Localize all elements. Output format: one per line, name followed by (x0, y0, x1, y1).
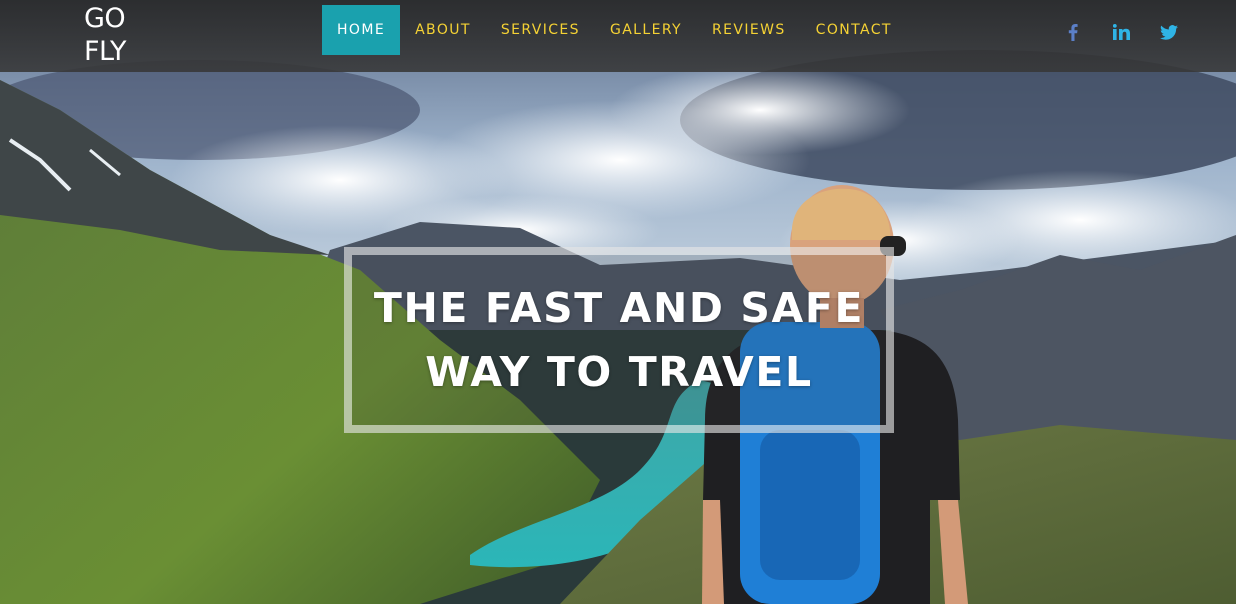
facebook-icon[interactable] (1060, 20, 1086, 44)
hero-headline-line-1: THE FAST AND SAFE (373, 284, 865, 332)
nav-item-contact[interactable]: CONTACT (801, 5, 907, 55)
top-navigation-bar: GO FLY HOME ABOUT SERVICES GALLERY REVIE… (0, 0, 1236, 72)
hero-headline-box: THE FAST AND SAFE WAY TO TRAVEL (344, 247, 894, 433)
nav-item-home[interactable]: HOME (322, 5, 401, 55)
nav-item-gallery[interactable]: GALLERY (595, 5, 697, 55)
social-links (1060, 20, 1182, 44)
nav-item-reviews[interactable]: REVIEWS (697, 5, 801, 55)
main-nav-menu: HOME ABOUT SERVICES GALLERY REVIEWS CONT… (322, 5, 907, 55)
logo-line-1: GO (84, 3, 126, 34)
logo-line-2: FLY (84, 36, 126, 67)
nav-item-services[interactable]: SERVICES (486, 5, 595, 55)
twitter-icon[interactable] (1156, 20, 1182, 44)
linkedin-icon[interactable] (1108, 20, 1134, 44)
site-logo[interactable]: GO FLY (84, 2, 144, 68)
hero-headline-line-2: WAY TO TRAVEL (425, 348, 813, 396)
nav-item-about[interactable]: ABOUT (400, 5, 486, 55)
